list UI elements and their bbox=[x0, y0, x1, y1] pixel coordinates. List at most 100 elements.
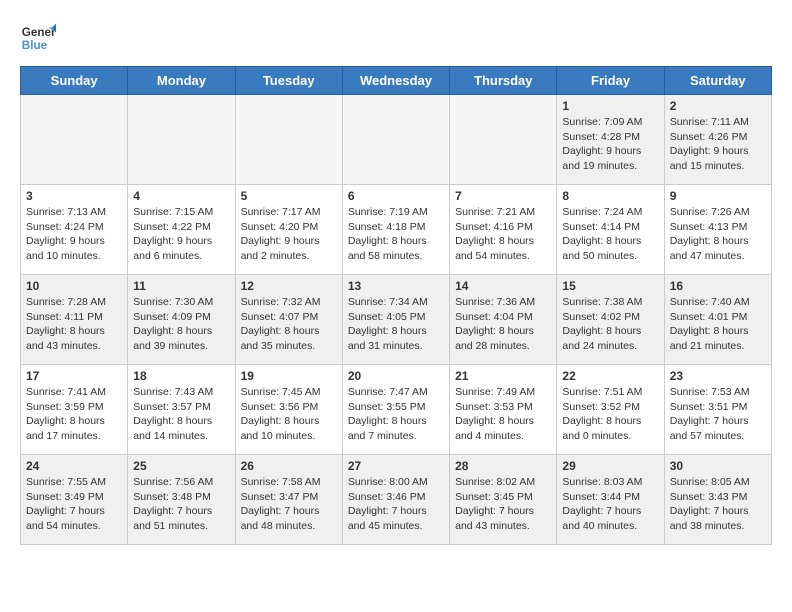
day-info: Sunrise: 7:51 AM Sunset: 3:52 PM Dayligh… bbox=[562, 385, 658, 444]
day-info: Sunrise: 7:30 AM Sunset: 4:09 PM Dayligh… bbox=[133, 295, 229, 354]
day-info: Sunrise: 7:36 AM Sunset: 4:04 PM Dayligh… bbox=[455, 295, 551, 354]
day-number: 2 bbox=[670, 99, 766, 113]
calendar-cell: 4 Sunrise: 7:15 AM Sunset: 4:22 PM Daylig… bbox=[128, 185, 235, 275]
day-info: Sunrise: 7:47 AM Sunset: 3:55 PM Dayligh… bbox=[348, 385, 444, 444]
calendar-cell: 19 Sunrise: 7:45 AM Sunset: 3:56 PM Dayli… bbox=[235, 365, 342, 455]
day-number: 10 bbox=[26, 279, 122, 293]
weekday-header: Saturday bbox=[664, 67, 771, 95]
calendar-cell: 14 Sunrise: 7:36 AM Sunset: 4:04 PM Dayli… bbox=[450, 275, 557, 365]
page-header: General Blue bbox=[20, 20, 772, 56]
day-info: Sunrise: 8:00 AM Sunset: 3:46 PM Dayligh… bbox=[348, 475, 444, 534]
logo-icon: General Blue bbox=[20, 20, 56, 56]
calendar-cell: 23 Sunrise: 7:53 AM Sunset: 3:51 PM Dayli… bbox=[664, 365, 771, 455]
day-number: 22 bbox=[562, 369, 658, 383]
calendar-cell: 17 Sunrise: 7:41 AM Sunset: 3:59 PM Dayli… bbox=[21, 365, 128, 455]
calendar-cell: 29 Sunrise: 8:03 AM Sunset: 3:44 PM Dayli… bbox=[557, 455, 664, 545]
calendar-cell: 22 Sunrise: 7:51 AM Sunset: 3:52 PM Dayli… bbox=[557, 365, 664, 455]
day-info: Sunrise: 7:11 AM Sunset: 4:26 PM Dayligh… bbox=[670, 115, 766, 174]
day-info: Sunrise: 7:26 AM Sunset: 4:13 PM Dayligh… bbox=[670, 205, 766, 264]
day-info: Sunrise: 7:19 AM Sunset: 4:18 PM Dayligh… bbox=[348, 205, 444, 264]
day-info: Sunrise: 7:24 AM Sunset: 4:14 PM Dayligh… bbox=[562, 205, 658, 264]
day-number: 14 bbox=[455, 279, 551, 293]
day-info: Sunrise: 8:05 AM Sunset: 3:43 PM Dayligh… bbox=[670, 475, 766, 534]
day-number: 6 bbox=[348, 189, 444, 203]
day-info: Sunrise: 7:38 AM Sunset: 4:02 PM Dayligh… bbox=[562, 295, 658, 354]
day-number: 21 bbox=[455, 369, 551, 383]
day-info: Sunrise: 7:13 AM Sunset: 4:24 PM Dayligh… bbox=[26, 205, 122, 264]
calendar-header-row: SundayMondayTuesdayWednesdayThursdayFrid… bbox=[21, 67, 772, 95]
day-number: 23 bbox=[670, 369, 766, 383]
calendar-cell: 21 Sunrise: 7:49 AM Sunset: 3:53 PM Dayli… bbox=[450, 365, 557, 455]
day-info: Sunrise: 7:32 AM Sunset: 4:07 PM Dayligh… bbox=[241, 295, 337, 354]
calendar-week-row: 17 Sunrise: 7:41 AM Sunset: 3:59 PM Dayli… bbox=[21, 365, 772, 455]
logo: General Blue bbox=[20, 20, 60, 56]
day-number: 27 bbox=[348, 459, 444, 473]
calendar-cell: 16 Sunrise: 7:40 AM Sunset: 4:01 PM Dayli… bbox=[664, 275, 771, 365]
day-number: 18 bbox=[133, 369, 229, 383]
weekday-header: Wednesday bbox=[342, 67, 449, 95]
calendar-cell: 27 Sunrise: 8:00 AM Sunset: 3:46 PM Dayli… bbox=[342, 455, 449, 545]
day-number: 29 bbox=[562, 459, 658, 473]
calendar-cell: 7 Sunrise: 7:21 AM Sunset: 4:16 PM Daylig… bbox=[450, 185, 557, 275]
calendar-cell: 6 Sunrise: 7:19 AM Sunset: 4:18 PM Daylig… bbox=[342, 185, 449, 275]
day-number: 9 bbox=[670, 189, 766, 203]
calendar-cell: 28Sunrise: 8:02 AM Sunset: 3:45 PM Dayli… bbox=[450, 455, 557, 545]
calendar-cell: 25Sunrise: 7:56 AM Sunset: 3:48 PM Dayli… bbox=[128, 455, 235, 545]
day-info: Sunrise: 7:41 AM Sunset: 3:59 PM Dayligh… bbox=[26, 385, 122, 444]
day-info: Sunrise: 7:40 AM Sunset: 4:01 PM Dayligh… bbox=[670, 295, 766, 354]
day-info: Sunrise: 7:21 AM Sunset: 4:16 PM Dayligh… bbox=[455, 205, 551, 264]
day-number: 17 bbox=[26, 369, 122, 383]
calendar-cell: 20 Sunrise: 7:47 AM Sunset: 3:55 PM Dayli… bbox=[342, 365, 449, 455]
day-number: 25 bbox=[133, 459, 229, 473]
calendar-cell bbox=[21, 95, 128, 185]
day-number: 13 bbox=[348, 279, 444, 293]
calendar-week-row: 10 Sunrise: 7:28 AM Sunset: 4:11 PM Dayli… bbox=[21, 275, 772, 365]
day-info: Sunrise: 8:02 AM Sunset: 3:45 PM Dayligh… bbox=[455, 475, 551, 534]
weekday-header: Thursday bbox=[450, 67, 557, 95]
calendar-cell: 24Sunrise: 7:55 AM Sunset: 3:49 PM Dayli… bbox=[21, 455, 128, 545]
day-number: 30 bbox=[670, 459, 766, 473]
calendar-cell: 9 Sunrise: 7:26 AM Sunset: 4:13 PM Daylig… bbox=[664, 185, 771, 275]
day-info: Sunrise: 7:53 AM Sunset: 3:51 PM Dayligh… bbox=[670, 385, 766, 444]
calendar: SundayMondayTuesdayWednesdayThursdayFrid… bbox=[20, 66, 772, 545]
calendar-cell: 13 Sunrise: 7:34 AM Sunset: 4:05 PM Dayli… bbox=[342, 275, 449, 365]
calendar-cell: 8 Sunrise: 7:24 AM Sunset: 4:14 PM Daylig… bbox=[557, 185, 664, 275]
day-info: Sunrise: 7:28 AM Sunset: 4:11 PM Dayligh… bbox=[26, 295, 122, 354]
calendar-cell bbox=[235, 95, 342, 185]
day-number: 3 bbox=[26, 189, 122, 203]
day-info: Sunrise: 7:43 AM Sunset: 3:57 PM Dayligh… bbox=[133, 385, 229, 444]
day-info: Sunrise: 7:34 AM Sunset: 4:05 PM Dayligh… bbox=[348, 295, 444, 354]
day-number: 12 bbox=[241, 279, 337, 293]
calendar-cell: 30 Sunrise: 8:05 AM Sunset: 3:43 PM Dayli… bbox=[664, 455, 771, 545]
calendar-cell: 12 Sunrise: 7:32 AM Sunset: 4:07 PM Dayli… bbox=[235, 275, 342, 365]
day-number: 1 bbox=[562, 99, 658, 113]
day-info: Sunrise: 7:17 AM Sunset: 4:20 PM Dayligh… bbox=[241, 205, 337, 264]
day-number: 16 bbox=[670, 279, 766, 293]
calendar-cell: 5Sunrise: 7:17 AM Sunset: 4:20 PM Daylig… bbox=[235, 185, 342, 275]
weekday-header: Sunday bbox=[21, 67, 128, 95]
day-info: Sunrise: 7:49 AM Sunset: 3:53 PM Dayligh… bbox=[455, 385, 551, 444]
weekday-header: Monday bbox=[128, 67, 235, 95]
calendar-cell: 15Sunrise: 7:38 AM Sunset: 4:02 PM Dayli… bbox=[557, 275, 664, 365]
svg-text:Blue: Blue bbox=[22, 39, 48, 52]
day-number: 20 bbox=[348, 369, 444, 383]
calendar-cell: 26Sunrise: 7:58 AM Sunset: 3:47 PM Dayli… bbox=[235, 455, 342, 545]
day-number: 19 bbox=[241, 369, 337, 383]
day-number: 26 bbox=[241, 459, 337, 473]
day-number: 8 bbox=[562, 189, 658, 203]
calendar-cell: 10 Sunrise: 7:28 AM Sunset: 4:11 PM Dayli… bbox=[21, 275, 128, 365]
day-number: 24 bbox=[26, 459, 122, 473]
day-info: Sunrise: 7:09 AM Sunset: 4:28 PM Dayligh… bbox=[562, 115, 658, 174]
day-info: Sunrise: 7:45 AM Sunset: 3:56 PM Dayligh… bbox=[241, 385, 337, 444]
calendar-cell bbox=[128, 95, 235, 185]
calendar-cell: 2 Sunrise: 7:11 AM Sunset: 4:26 PM Daylig… bbox=[664, 95, 771, 185]
day-number: 11 bbox=[133, 279, 229, 293]
day-number: 4 bbox=[133, 189, 229, 203]
day-number: 7 bbox=[455, 189, 551, 203]
weekday-header: Friday bbox=[557, 67, 664, 95]
calendar-cell bbox=[342, 95, 449, 185]
day-info: Sunrise: 8:03 AM Sunset: 3:44 PM Dayligh… bbox=[562, 475, 658, 534]
day-info: Sunrise: 7:15 AM Sunset: 4:22 PM Dayligh… bbox=[133, 205, 229, 264]
calendar-cell: 18 Sunrise: 7:43 AM Sunset: 3:57 PM Dayli… bbox=[128, 365, 235, 455]
calendar-cell: 11 Sunrise: 7:30 AM Sunset: 4:09 PM Dayli… bbox=[128, 275, 235, 365]
